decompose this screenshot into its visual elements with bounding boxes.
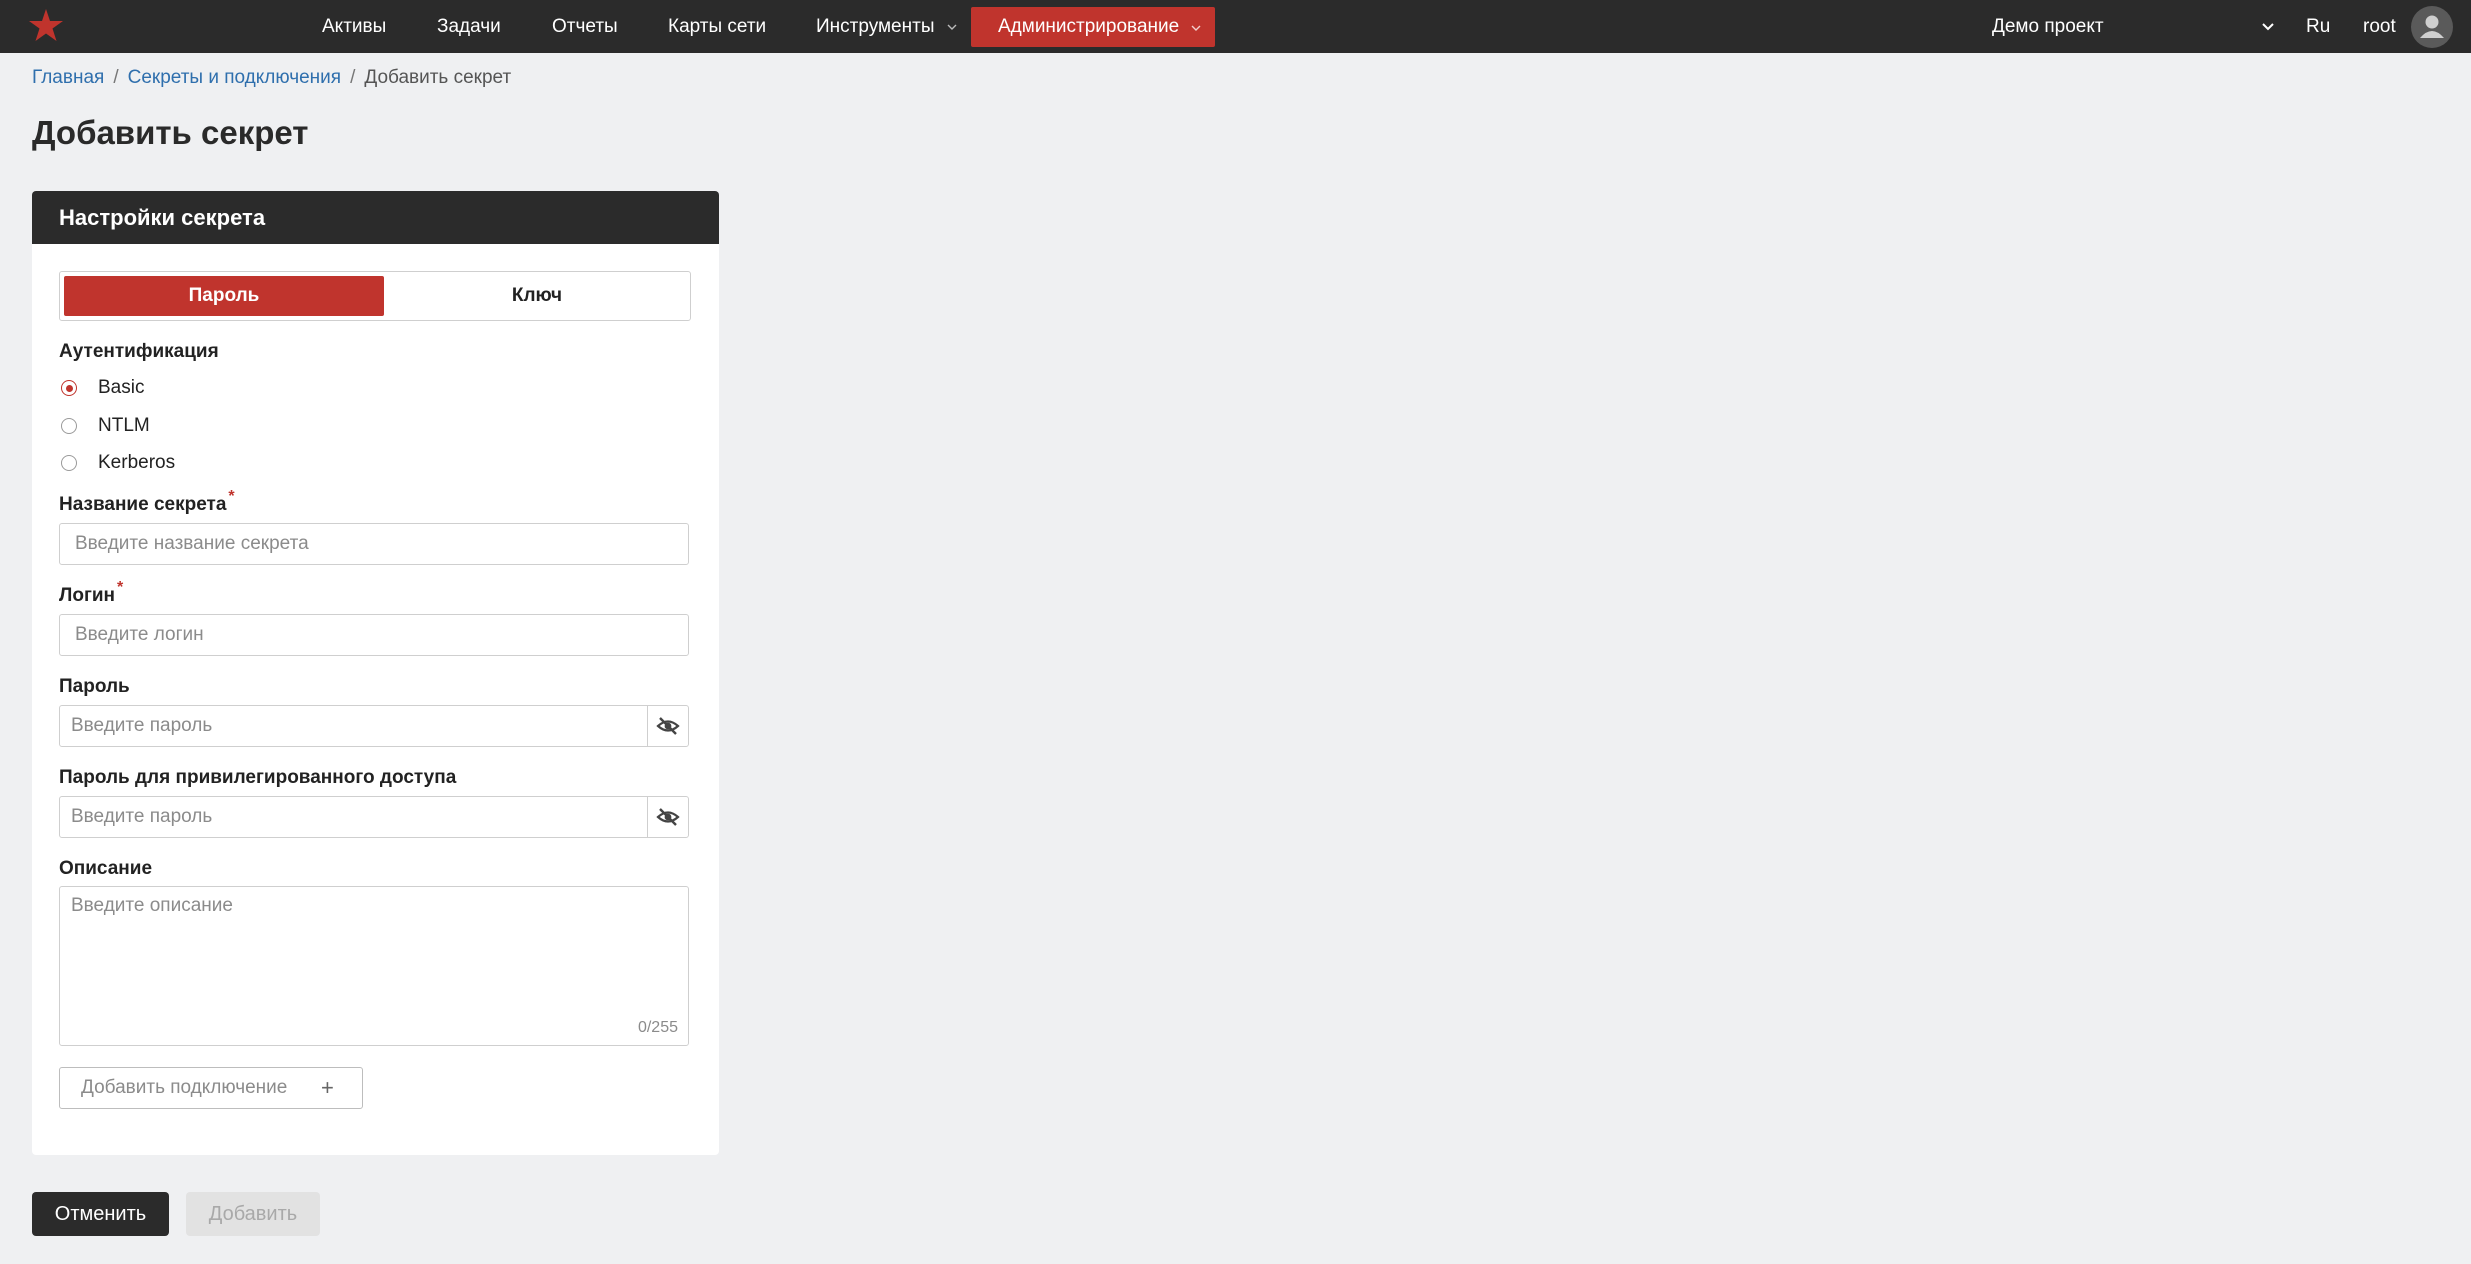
tab-key[interactable]: Ключ bbox=[388, 276, 686, 316]
breadcrumb: Главная / Секреты и подключения / Добавить с… bbox=[32, 66, 511, 90]
radio-label: Kerberos bbox=[98, 452, 176, 473]
priv-password-input[interactable] bbox=[60, 797, 648, 837]
eye-off-icon bbox=[656, 717, 680, 735]
priv-password-label: Пароль для привилегированного доступа bbox=[59, 767, 457, 788]
login-label-text: Логин bbox=[59, 585, 116, 606]
nav-item-assets[interactable]: Активы bbox=[322, 0, 386, 53]
description-textarea[interactable] bbox=[60, 887, 688, 1017]
toggle-priv-password-visibility-button[interactable] bbox=[647, 797, 688, 837]
breadcrumb-secrets[interactable]: Секреты и подключения bbox=[128, 67, 341, 88]
breadcrumb-current: Добавить секрет bbox=[364, 67, 512, 88]
user-icon bbox=[2420, 15, 2444, 38]
add-connection-label: Добавить подключение bbox=[81, 1077, 288, 1098]
secret-settings-card: Настройки секрета Пароль Ключ Аутентифик… bbox=[32, 191, 719, 1155]
nav-item-administration[interactable]: Администрирование bbox=[971, 7, 1215, 47]
logo-star-icon[interactable] bbox=[26, 6, 66, 46]
required-mark: * bbox=[228, 488, 235, 505]
password-label: Пароль bbox=[59, 676, 130, 697]
password-field bbox=[59, 705, 689, 747]
priv-password-field bbox=[59, 796, 689, 838]
radio-button[interactable] bbox=[61, 455, 77, 471]
toggle-password-visibility-button[interactable] bbox=[647, 706, 688, 746]
breadcrumb-home[interactable]: Главная bbox=[32, 67, 104, 88]
plus-icon: + bbox=[321, 1075, 334, 1100]
nav-item-administration-label: Администрирование bbox=[998, 16, 1180, 37]
required-mark: * bbox=[117, 579, 124, 596]
user-name[interactable]: root bbox=[2363, 0, 2396, 53]
radio-label: NTLM bbox=[98, 415, 150, 436]
top-navbar: Активы Задачи Отчеты Карты сети Инструме… bbox=[0, 0, 2471, 53]
chevron-down-icon bbox=[947, 24, 957, 30]
card-header: Настройки секрета bbox=[32, 191, 719, 244]
page-title: Добавить секрет bbox=[32, 114, 309, 151]
password-input[interactable] bbox=[60, 706, 648, 746]
secret-name-label: Название секрета * bbox=[59, 488, 235, 516]
language-switcher[interactable]: Ru bbox=[2306, 0, 2330, 53]
char-counter: 0/255 bbox=[637, 1019, 678, 1036]
eye-off-icon bbox=[656, 808, 680, 826]
project-selector[interactable]: Демо проект bbox=[1992, 0, 2104, 53]
login-label: Логин * bbox=[59, 579, 123, 607]
chevron-down-icon bbox=[1191, 25, 1201, 31]
secret-name-label-text: Название секрета bbox=[59, 494, 227, 515]
breadcrumb-separator: / bbox=[113, 67, 119, 88]
nav-item-reports[interactable]: Отчеты bbox=[552, 0, 618, 53]
description-field: 0/255 bbox=[59, 886, 689, 1046]
add-connection-button[interactable]: Добавить подключение + bbox=[59, 1067, 363, 1109]
radio-button[interactable] bbox=[61, 418, 77, 434]
secret-type-toggle: Пароль Ключ bbox=[59, 271, 691, 321]
auth-label: Аутентификация bbox=[59, 341, 219, 362]
submit-add-button[interactable]: Добавить bbox=[186, 1192, 320, 1236]
nav-item-network-maps[interactable]: Карты сети bbox=[668, 0, 766, 53]
nav-item-tools-label: Инструменты bbox=[816, 16, 935, 37]
nav-item-tools[interactable]: Инструменты bbox=[816, 0, 966, 53]
secret-name-input[interactable] bbox=[59, 523, 689, 565]
chevron-down-icon[interactable] bbox=[2260, 19, 2276, 35]
radio-label: Basic bbox=[98, 377, 145, 398]
cancel-button[interactable]: Отменить bbox=[32, 1192, 169, 1236]
description-label: Описание bbox=[59, 858, 153, 879]
radio-button-checked[interactable] bbox=[61, 380, 77, 396]
nav-item-tasks[interactable]: Задачи bbox=[437, 0, 501, 53]
breadcrumb-separator: / bbox=[350, 67, 356, 88]
login-input[interactable] bbox=[59, 614, 689, 656]
avatar[interactable] bbox=[2411, 6, 2453, 48]
tab-password[interactable]: Пароль bbox=[64, 276, 384, 316]
